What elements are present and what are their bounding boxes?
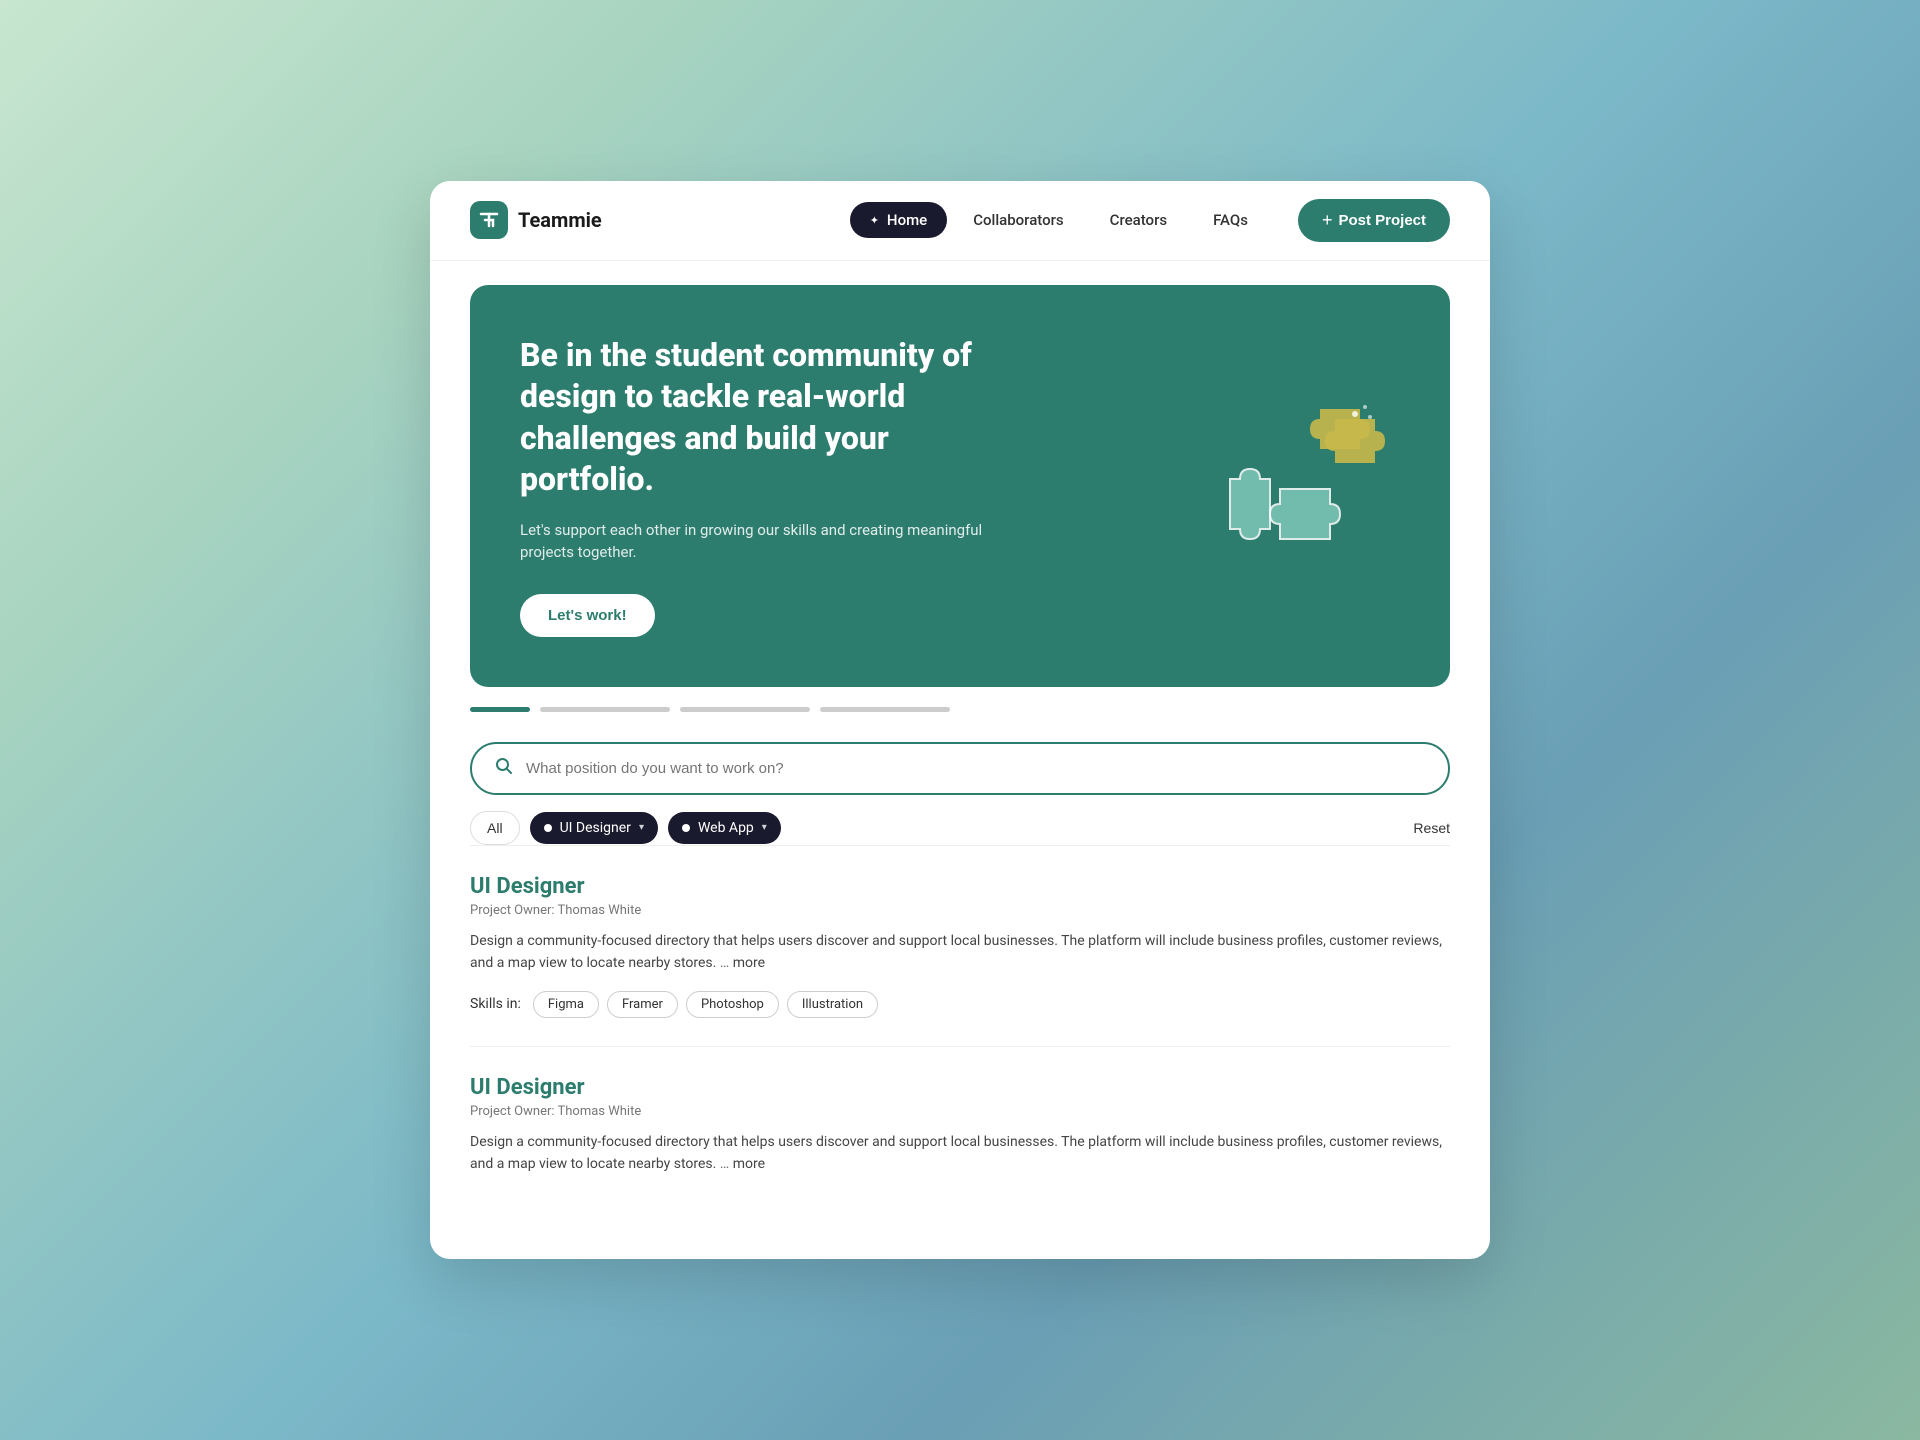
- project-owner-2: Project Owner: Thomas White: [470, 1104, 1450, 1119]
- job-description-2: Design a community-focused directory tha…: [470, 1131, 1450, 1176]
- filter-dot-web-app: [682, 824, 690, 832]
- carousel-dot-3[interactable]: [680, 707, 810, 712]
- search-bar: [470, 742, 1450, 795]
- navbar: Teammie Home Collaborators Creators FAQs…: [430, 181, 1490, 261]
- skills-row-1: Skills in: Figma Framer Photoshop Illust…: [470, 991, 1450, 1018]
- more-link-2[interactable]: more: [733, 1156, 765, 1172]
- filter-chip-web-app[interactable]: Web App ▾: [668, 812, 781, 844]
- post-project-button[interactable]: Post Project: [1298, 199, 1450, 242]
- nav-item-creators[interactable]: Creators: [1090, 202, 1187, 238]
- hero-card: Be in the student community of design to…: [470, 285, 1450, 687]
- logo-icon: [470, 201, 508, 239]
- carousel-dot-1[interactable]: [470, 707, 530, 712]
- main-content: Be in the student community of design to…: [430, 285, 1490, 1220]
- job-description-1: Design a community-focused directory tha…: [470, 930, 1450, 975]
- filter-reset-button[interactable]: Reset: [1413, 820, 1450, 836]
- app-window: Teammie Home Collaborators Creators FAQs…: [430, 181, 1490, 1260]
- filter-chip-label-web-app: Web App: [698, 820, 754, 836]
- search-input[interactable]: [526, 760, 1426, 777]
- skills-label-1: Skills in:: [470, 996, 521, 1012]
- skill-chip-figma[interactable]: Figma: [533, 991, 599, 1018]
- nav-item-faqs[interactable]: FAQs: [1193, 202, 1268, 238]
- nav-links: Home Collaborators Creators FAQs: [850, 202, 1268, 238]
- carousel-dot-2[interactable]: [540, 707, 670, 712]
- filter-all-button[interactable]: All: [470, 811, 520, 845]
- logo-area: Teammie: [470, 201, 602, 239]
- carousel-dot-4[interactable]: [820, 707, 950, 712]
- filter-dot-ui-designer: [544, 824, 552, 832]
- hero-cta-button[interactable]: Let's work!: [520, 594, 655, 637]
- skill-chip-framer[interactable]: Framer: [607, 991, 678, 1018]
- chevron-down-icon-web-app: ▾: [762, 822, 767, 833]
- chevron-down-icon-ui-designer: ▾: [639, 822, 644, 833]
- hero-subtitle: Let's support each other in growing our …: [520, 519, 1020, 564]
- job-listing-1: UI Designer Project Owner: Thomas White …: [470, 845, 1450, 1046]
- hero-illustration: [1200, 399, 1400, 573]
- hero-title: Be in the student community of design to…: [520, 335, 1020, 501]
- nav-item-home[interactable]: Home: [850, 202, 947, 238]
- filters-row: All UI Designer ▾ Web App ▾ Reset: [470, 811, 1450, 845]
- job-title-2[interactable]: UI Designer: [470, 1075, 1450, 1100]
- filter-chip-ui-designer[interactable]: UI Designer ▾: [530, 812, 658, 844]
- app-name: Teammie: [518, 208, 602, 232]
- more-link-1[interactable]: more: [733, 955, 765, 971]
- project-owner-1: Project Owner: Thomas White: [470, 903, 1450, 918]
- filter-chip-label-ui-designer: UI Designer: [560, 820, 631, 836]
- skill-chip-photoshop[interactable]: Photoshop: [686, 991, 779, 1018]
- skill-chip-illustration[interactable]: Illustration: [787, 991, 878, 1018]
- job-title-1[interactable]: UI Designer: [470, 874, 1450, 899]
- hero-text-area: Be in the student community of design to…: [520, 335, 1020, 637]
- nav-item-collaborators[interactable]: Collaborators: [953, 202, 1083, 238]
- job-listing-2: UI Designer Project Owner: Thomas White …: [470, 1046, 1450, 1220]
- carousel-dots: [470, 707, 1450, 712]
- search-icon: [494, 756, 514, 781]
